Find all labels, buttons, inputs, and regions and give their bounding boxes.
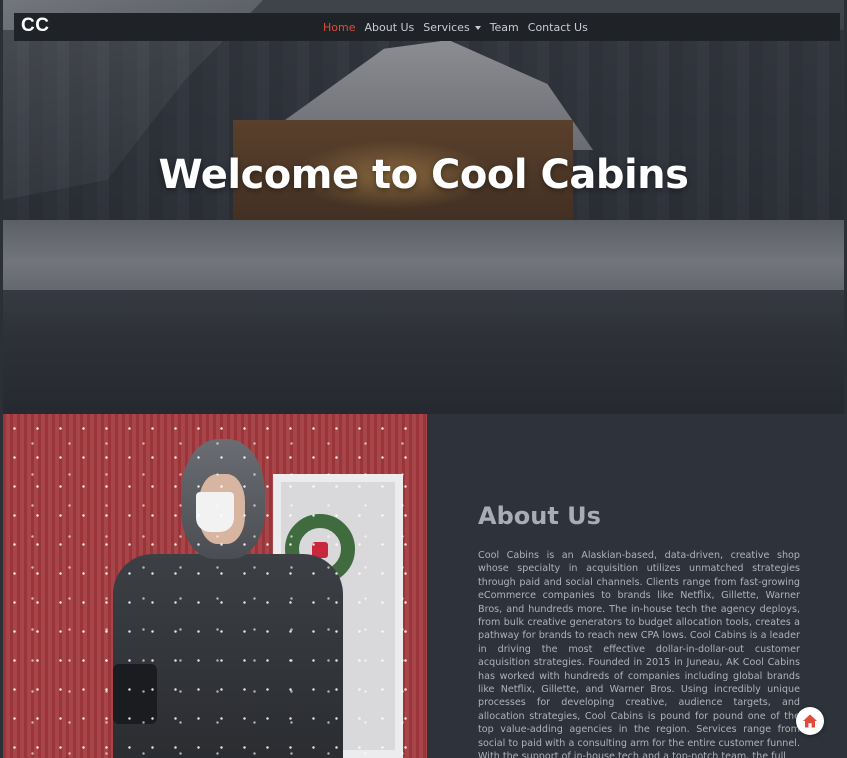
hero-title: Welcome to Cool Cabins xyxy=(158,152,689,198)
nav-item-team[interactable]: Team xyxy=(490,21,519,34)
nav-item-about-us[interactable]: About Us xyxy=(364,21,414,34)
chevron-down-icon xyxy=(474,25,481,30)
about-title: About Us xyxy=(478,502,601,530)
nav-item-home[interactable]: Home xyxy=(323,21,355,34)
navbar: CC Home About Us Services Team Contact U… xyxy=(14,13,840,41)
hero-overlay xyxy=(3,0,844,414)
nav-links: Home About Us Services Team Contact Us xyxy=(323,13,588,41)
nav-item-contact-us[interactable]: Contact Us xyxy=(528,21,588,34)
hero-section: Welcome to Cool Cabins xyxy=(3,0,844,414)
about-body: Cool Cabins is an Alaskian-based, data-d… xyxy=(478,550,800,758)
nav-item-services[interactable]: Services xyxy=(423,20,481,34)
about-photo xyxy=(3,414,427,758)
photo-snowfall xyxy=(3,414,427,758)
nav-item-services-label: Services xyxy=(423,20,470,34)
brand-logo[interactable]: CC xyxy=(21,15,49,37)
about-section: About Us Cool Cabins is an Alaskian-base… xyxy=(427,414,847,758)
scroll-home-button[interactable] xyxy=(796,707,824,735)
home-icon xyxy=(803,714,817,728)
